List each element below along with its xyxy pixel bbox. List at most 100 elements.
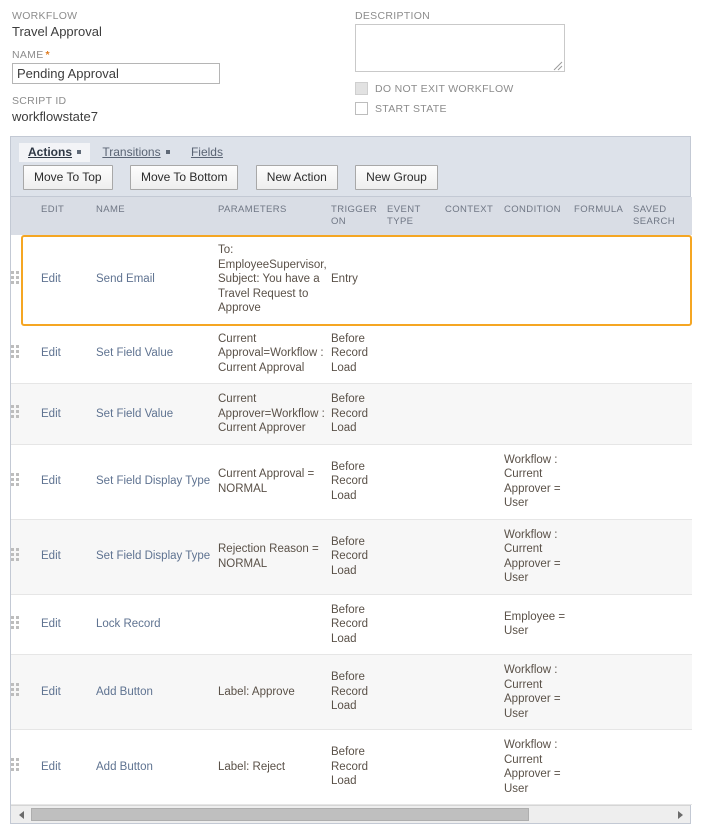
action-name-link[interactable]: Set Field Display Type	[96, 444, 218, 520]
edit-link-text[interactable]: Edit	[41, 550, 61, 562]
form-right-column: DESCRIPTION DO NOT EXIT WORKFLOW START S…	[355, 10, 685, 122]
edit-link[interactable]: Edit	[41, 235, 96, 324]
name-input[interactable]	[12, 63, 220, 84]
edit-link-text[interactable]: Edit	[41, 686, 61, 698]
horizontal-scrollbar[interactable]	[11, 805, 690, 823]
condition-cell: Employee = User	[504, 594, 574, 655]
tab-fields-label: Fields	[190, 145, 223, 159]
action-name-link[interactable]: Lock Record	[96, 594, 218, 655]
name-field-label: NAME *	[12, 49, 342, 61]
context-cell	[445, 594, 504, 655]
saved-search-cell	[633, 729, 692, 805]
event-type-cell	[387, 444, 445, 520]
drag-handle-cell	[11, 729, 41, 805]
saved-search-cell	[633, 323, 692, 384]
table-row[interactable]: Edit Lock Record Before Record Load Employe…	[11, 594, 692, 655]
actions-table: EDIT NAME PARAMETERS TRIGGER ON EVENT TY…	[11, 197, 692, 805]
resize-grip-icon[interactable]	[553, 60, 563, 71]
move-to-top-button[interactable]: Move To Top	[23, 165, 113, 190]
start-state-row[interactable]: START STATE	[355, 102, 685, 115]
edit-link-text[interactable]: Edit	[41, 273, 61, 285]
edit-link[interactable]: Edit	[41, 519, 96, 595]
edit-link-text[interactable]: Edit	[41, 347, 61, 359]
new-group-button[interactable]: New Group	[355, 165, 438, 190]
edit-link[interactable]: Edit	[41, 594, 96, 655]
actions-sublist-panel: Actions Transitions Fields Move To Top M…	[10, 136, 692, 824]
action-name-link-text[interactable]: Add Button	[96, 761, 153, 773]
drag-handle-cell	[11, 519, 41, 595]
new-action-button[interactable]: New Action	[255, 165, 338, 190]
drag-handle-icon[interactable]	[11, 683, 20, 697]
context-cell	[445, 729, 504, 805]
edit-link[interactable]: Edit	[41, 654, 96, 730]
condition-cell	[504, 235, 574, 324]
table-row[interactable]: Edit Add Button Label: Reject Before Record…	[11, 729, 692, 805]
parameters-cell: To: EmployeeSupervisor, Subject: You hav…	[218, 235, 331, 324]
action-name-link-text[interactable]: Set Field Value	[96, 347, 173, 359]
edit-link[interactable]: Edit	[41, 729, 96, 805]
scroll-right-arrow-icon[interactable]	[672, 806, 688, 823]
parameters-cell: Label: Approve	[218, 654, 331, 730]
tab-actions[interactable]: Actions	[19, 143, 91, 162]
drag-handle-icon[interactable]	[11, 758, 20, 772]
condition-cell	[504, 383, 574, 445]
col-header-name: NAME	[96, 197, 218, 235]
tab-transitions[interactable]: Transitions	[93, 143, 178, 162]
edit-link[interactable]: Edit	[41, 444, 96, 520]
trigger-on-cell: Before Record Load	[331, 383, 387, 445]
tab-transitions-menu-icon[interactable]	[165, 150, 170, 154]
sublist-tabbar: Actions Transitions Fields	[11, 137, 690, 162]
action-name-link[interactable]: Send Email	[96, 235, 218, 324]
action-name-link[interactable]: Set Field Value	[96, 323, 218, 384]
formula-cell	[574, 444, 633, 520]
edit-link-text[interactable]: Edit	[41, 618, 61, 630]
drag-handle-icon[interactable]	[11, 615, 20, 629]
action-name-link[interactable]: Set Field Value	[96, 383, 218, 445]
trigger-on-cell: Before Record Load	[331, 519, 387, 595]
drag-handle-icon[interactable]	[11, 405, 20, 418]
edit-link[interactable]: Edit	[41, 323, 96, 384]
table-row[interactable]: Edit Send Email To: EmployeeSupervisor, Su…	[11, 235, 692, 324]
edit-link-text[interactable]: Edit	[41, 408, 61, 420]
table-row[interactable]: Edit Set Field Value Current Approver=Work…	[11, 383, 692, 445]
edit-link-text[interactable]: Edit	[41, 761, 61, 773]
drag-handle-icon[interactable]	[11, 270, 20, 284]
scrollbar-thumb[interactable]	[31, 808, 529, 821]
description-textarea[interactable]	[355, 24, 565, 72]
start-state-checkbox[interactable]	[355, 102, 368, 115]
action-name-link[interactable]: Set Field Display Type	[96, 519, 218, 595]
script-id-field-label: SCRIPT ID	[12, 95, 67, 107]
action-name-link-text[interactable]: Set Field Value	[96, 408, 173, 420]
action-name-link-text[interactable]: Send Email	[96, 273, 155, 285]
event-type-cell	[387, 519, 445, 595]
table-row[interactable]: Edit Set Field Display Type Current Approv…	[11, 444, 692, 520]
table-row[interactable]: Edit Add Button Label: Approve Before Recor…	[11, 654, 692, 730]
parameters-cell: Label: Reject	[218, 729, 331, 805]
table-row[interactable]: Edit Set Field Display Type Rejection Reas…	[11, 519, 692, 595]
workflow-field-label: WORKFLOW	[12, 10, 78, 22]
tab-actions-menu-icon[interactable]	[77, 150, 82, 154]
action-name-link-text[interactable]: Add Button	[96, 686, 153, 698]
action-name-link-text[interactable]: Set Field Display Type	[96, 550, 210, 562]
col-header-saved-search: SAVED SEARCH	[633, 197, 692, 235]
condition-cell: Workflow : Current Approver = User	[504, 729, 574, 805]
drag-handle-icon[interactable]	[11, 344, 20, 358]
do-not-exit-workflow-checkbox	[355, 82, 368, 95]
action-name-link-text[interactable]: Lock Record	[96, 618, 161, 630]
drag-handle-icon[interactable]	[11, 547, 20, 561]
tab-fields[interactable]: Fields	[182, 143, 232, 162]
move-to-bottom-button[interactable]: Move To Bottom	[129, 165, 239, 190]
trigger-on-cell: Before Record Load	[331, 323, 387, 384]
action-name-link-text[interactable]: Set Field Display Type	[96, 475, 210, 487]
edit-link-text[interactable]: Edit	[41, 475, 61, 487]
form-left-column: WORKFLOW Travel Approval NAME* SCRIPT ID…	[12, 10, 342, 134]
drag-handle-icon[interactable]	[11, 472, 20, 486]
action-name-link[interactable]: Add Button	[96, 654, 218, 730]
edit-link[interactable]: Edit	[41, 383, 96, 445]
do-not-exit-workflow-row[interactable]: DO NOT EXIT WORKFLOW	[355, 82, 685, 95]
scroll-left-arrow-icon[interactable]	[13, 806, 29, 823]
table-row[interactable]: Edit Set Field Value Current Approval=Work…	[11, 323, 692, 384]
required-asterisk-icon: *	[45, 49, 50, 61]
event-type-cell	[387, 235, 445, 324]
action-name-link[interactable]: Add Button	[96, 729, 218, 805]
